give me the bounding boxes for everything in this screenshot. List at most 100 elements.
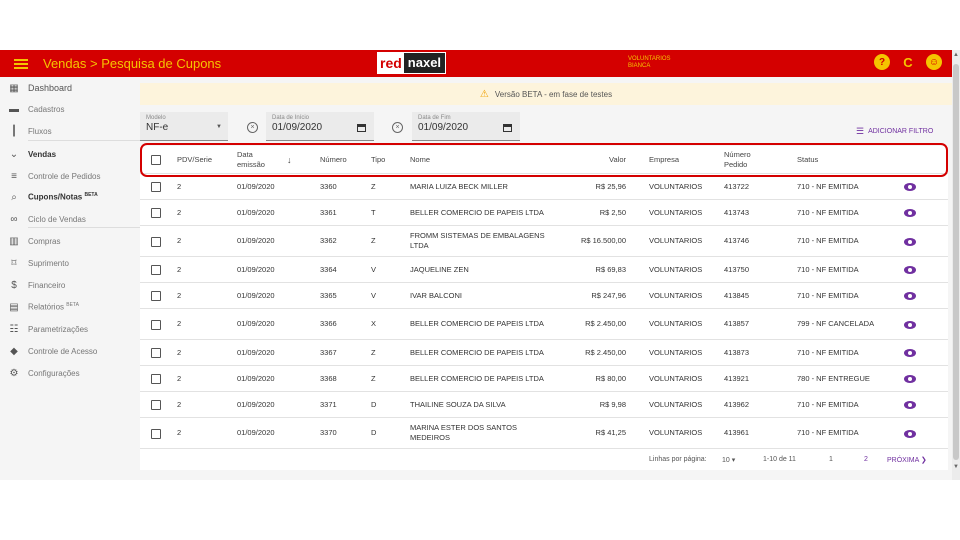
sidebar-item-12[interactable]: ☷ Parametrizações xyxy=(0,318,140,340)
cell-status: 710 - NF EMITIDA xyxy=(797,428,859,437)
sidebar-item-4[interactable]: ⌄ Vendas xyxy=(0,143,140,165)
sidebar-item-9[interactable]: ⌑ Suprimento xyxy=(0,252,140,274)
table-row[interactable]: 2 01/09/2020 3371 D THAILINE SOUZA DA SILVA R… xyxy=(140,392,948,418)
end-date-field[interactable]: Data de Fim 01/09/2020 xyxy=(412,112,520,141)
table-row[interactable]: 2 01/09/2020 3360 Z MARIA LUIZA BECK MILLER R… xyxy=(140,174,948,200)
cell-pedido: 413722 xyxy=(724,181,750,191)
eye-pupil xyxy=(908,377,912,381)
table-row[interactable]: 2 01/09/2020 3368 Z BELLER COMERCIO DE PAPEI… xyxy=(140,366,948,392)
cell-valor: R$ 16.500,00 xyxy=(580,236,626,245)
sidebar-item-text: Fluxos xyxy=(28,126,52,136)
refresh-icon[interactable]: C xyxy=(900,54,916,70)
calendar-icon[interactable] xyxy=(357,124,366,132)
cell-valor: R$ 9,98 xyxy=(599,399,626,409)
cell-data: 01/09/2020 xyxy=(237,399,275,409)
cell-valor: R$ 2.450,00 xyxy=(585,347,626,357)
sidebar-item-label: Dashboard xyxy=(28,83,72,93)
view-eye-icon[interactable] xyxy=(904,429,916,438)
help-icon[interactable]: ? xyxy=(874,54,890,70)
sidebar-item-5[interactable]: ≡ Controle de Pedidos xyxy=(0,165,140,187)
user-info[interactable]: VOLUNTARIOS BIANCA xyxy=(628,56,671,70)
modelo-select[interactable]: Modelo NF-e ▼ xyxy=(140,112,228,141)
sidebar-item-label: Compras xyxy=(28,237,60,246)
sidebar-item-10[interactable]: $ Financeiro xyxy=(0,274,140,296)
sidebar-item-11[interactable]: ▤ Relatórios BETA xyxy=(0,296,140,318)
table-row[interactable]: 2 01/09/2020 3364 V JAQUELINE ZEN R$ 69,83 VOL… xyxy=(140,257,948,283)
table-row[interactable]: 2 01/09/2020 3367 Z BELLER COMERCIO DE PAPEI… xyxy=(140,340,948,366)
calendar-icon[interactable] xyxy=(503,124,512,132)
sidebar-item-1[interactable]: ▦ Dashboard xyxy=(0,77,140,99)
sidebar-item-13[interactable]: ◆ Controle de Acesso xyxy=(0,340,140,362)
start-date-value: 01/09/2020 xyxy=(272,122,323,133)
list-icon: ≡ xyxy=(11,170,17,182)
beta-badge: BETA xyxy=(66,302,79,309)
cell-nome: BELLER COMERCIO DE PAPEIS LTDA xyxy=(410,319,544,328)
sidebar-item-text: Controle de Acesso xyxy=(28,346,98,356)
table-row[interactable]: 2 01/09/2020 3370 D MARINA ESTER DOS SANTOS … xyxy=(140,418,948,449)
next-page-button[interactable]: PRÓXIMA ❯ xyxy=(887,456,927,464)
start-date-field[interactable]: Data de Início 01/09/2020 xyxy=(266,112,374,141)
cell-numero: 3361 xyxy=(320,207,337,217)
sidebar-item-label: Financeiro xyxy=(28,281,65,290)
rows-per-page-select[interactable]: 10 ▾ xyxy=(722,456,735,464)
cell-valor: R$ 25,96 xyxy=(595,181,626,191)
scroll-thumb[interactable] xyxy=(953,64,959,460)
row-checkbox[interactable] xyxy=(151,348,161,358)
cell-empresa: VOLUNTARIOS xyxy=(649,290,703,300)
page-1-button[interactable]: 1 xyxy=(829,456,833,463)
row-checkbox[interactable] xyxy=(151,400,161,410)
row-checkbox[interactable] xyxy=(151,265,161,275)
sidebar-item-3[interactable]: ┃ Fluxos xyxy=(0,120,140,142)
sidebar-divider xyxy=(28,227,140,228)
cell-empresa: VOLUNTARIOS xyxy=(649,428,703,437)
clear-end-date-icon[interactable]: × xyxy=(392,122,403,133)
rows-per-page-label: Linhas por página: xyxy=(649,456,707,463)
clear-start-date-icon[interactable]: × xyxy=(247,122,258,133)
cell-data: 01/09/2020 xyxy=(237,428,275,437)
view-eye-icon[interactable] xyxy=(904,183,916,191)
cell-valor: R$ 69,83 xyxy=(595,264,626,274)
table-row[interactable]: 2 01/09/2020 3366 X BELLER COMERCIO DE PAPEI… xyxy=(140,309,948,340)
sidebar-item-text: Financeiro xyxy=(28,280,66,290)
beta-banner: ⚠ Versão BETA - em fase de testes xyxy=(140,83,952,105)
logo-dark-part: naxel xyxy=(407,55,442,70)
hamburger-menu-icon[interactable] xyxy=(14,58,28,69)
page-2-button[interactable]: 2 xyxy=(864,456,868,463)
cell-pdv: 2 xyxy=(177,290,182,300)
view-eye-icon[interactable] xyxy=(904,401,916,409)
row-checkbox[interactable] xyxy=(151,208,161,218)
view-eye-icon[interactable] xyxy=(904,237,916,246)
sidebar-item-6[interactable]: ⌕ Cupons/Notas BETA xyxy=(0,186,140,208)
page-scrollbar[interactable]: ▲ ▼ xyxy=(952,50,960,480)
view-eye-icon[interactable] xyxy=(904,292,916,300)
view-eye-icon[interactable] xyxy=(904,320,916,329)
beta-badge: BETA xyxy=(84,192,98,199)
store-icon: ▥ xyxy=(9,235,19,247)
cell-pedido: 413921 xyxy=(724,373,750,383)
table-row[interactable]: 2 01/09/2020 3361 T BELLER COMERCIO DE PAPEI… xyxy=(140,200,948,226)
table-row[interactable]: 2 01/09/2020 3365 V IVAR BALCONI R$ 247,96 VOL… xyxy=(140,283,948,309)
row-checkbox[interactable] xyxy=(151,182,161,192)
row-checkbox[interactable] xyxy=(151,236,161,247)
table-row[interactable]: 2 01/09/2020 3362 Z FROMM SISTEMAS DE EMBALA… xyxy=(140,226,948,257)
row-checkbox[interactable] xyxy=(151,428,161,439)
pagination-bar: Linhas por página: 10 ▾ 1-10 de 11 1 2 P… xyxy=(140,451,948,469)
caret-down-icon: ▼ xyxy=(216,124,222,130)
view-eye-icon[interactable] xyxy=(904,209,916,217)
cell-pdv: 2 xyxy=(177,373,182,383)
scroll-down-icon[interactable]: ▼ xyxy=(953,464,959,470)
cell-pdv: 2 xyxy=(177,319,182,328)
account-icon[interactable]: ☺ xyxy=(926,54,942,70)
add-filter-button[interactable]: ☰ ADICIONAR FILTRO xyxy=(856,126,933,137)
sidebar-item-2[interactable]: ▬ Cadastros xyxy=(0,98,140,120)
view-eye-icon[interactable] xyxy=(904,349,916,357)
scroll-up-icon[interactable]: ▲ xyxy=(953,52,959,58)
view-eye-icon[interactable] xyxy=(904,375,916,383)
sidebar-item-14[interactable]: ⚙ Configurações xyxy=(0,362,140,384)
sidebar-item-8[interactable]: ▥ Compras xyxy=(0,230,140,252)
row-checkbox[interactable] xyxy=(151,374,161,384)
view-eye-icon[interactable] xyxy=(904,266,916,274)
box-icon: ⌑ xyxy=(11,257,17,269)
row-checkbox[interactable] xyxy=(151,319,161,330)
row-checkbox[interactable] xyxy=(151,291,161,301)
